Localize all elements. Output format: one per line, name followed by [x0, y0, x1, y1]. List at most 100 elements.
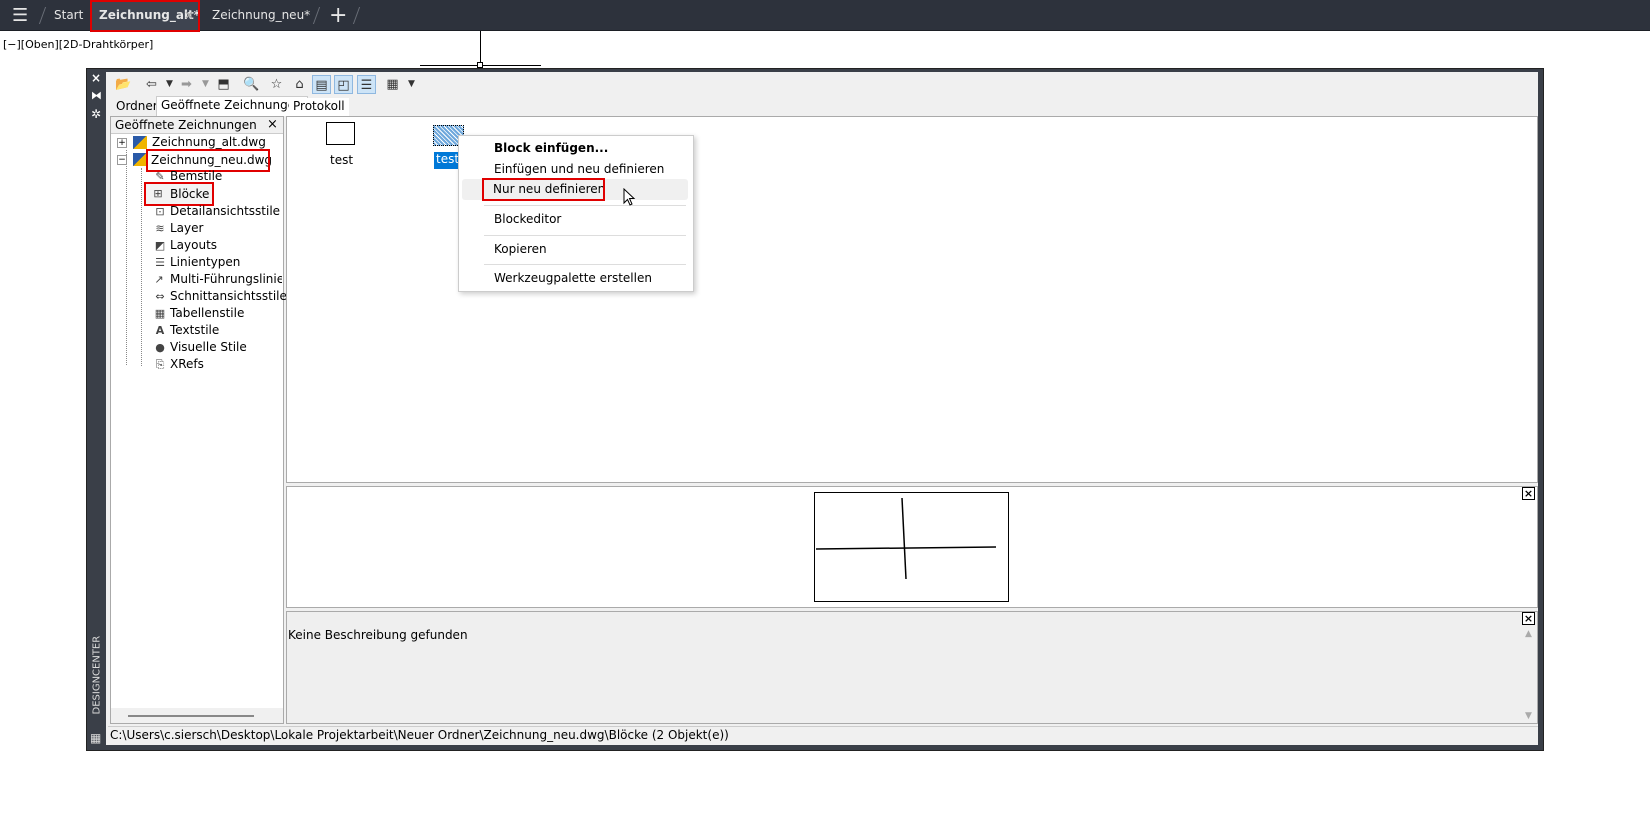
- favorites-icon[interactable]: ☆: [267, 75, 286, 94]
- block-label-test2[interactable]: test2: [434, 152, 459, 169]
- block-icon: ⊞: [153, 187, 163, 200]
- dwg-file-icon: [133, 136, 147, 149]
- menu-separator: [484, 205, 686, 206]
- tablestyle-icon: ▦: [154, 307, 166, 320]
- visualstyle-icon: ●: [155, 341, 165, 354]
- menu-item-kopieren[interactable]: Kopieren: [494, 242, 547, 256]
- close-palette-icon[interactable]: ×: [91, 71, 101, 85]
- up-icon[interactable]: ⬒: [214, 75, 233, 94]
- tab-separator: [38, 7, 47, 24]
- tab-geoeffnete-zeichnungen[interactable]: Geöffnete Zeichnungen: [156, 96, 308, 116]
- close-preview-icon[interactable]: ×: [1522, 487, 1535, 500]
- tab-zeichnung-neu[interactable]: Zeichnung_neu*: [212, 0, 310, 31]
- layout-icon: ◩: [154, 239, 166, 252]
- document-tab-bar: ☰ Start Zeichnung_alt* × Zeichnung_neu* …: [0, 0, 1650, 32]
- tree-header: Geöffnete Zeichnungen ×: [111, 117, 283, 134]
- close-icon[interactable]: ×: [267, 117, 278, 132]
- tree-item-layouts[interactable]: ◩ Layouts: [155, 237, 218, 254]
- tab-start[interactable]: Start: [54, 0, 83, 31]
- description-text: Keine Beschreibung gefunden: [288, 628, 468, 642]
- menu-separator: [484, 264, 686, 265]
- search-icon[interactable]: 🔍: [242, 75, 261, 94]
- scroll-down-icon[interactable]: ▼: [1525, 711, 1532, 721]
- tree-toggle-icon[interactable]: ▤: [312, 75, 331, 94]
- tree-item-multifuehrung[interactable]: Multi-Führungsliniens: [170, 271, 282, 288]
- tree-item-bloecke[interactable]: ⊞ Blöcke: [144, 182, 214, 206]
- description-scrollbar[interactable]: ▲ ▼: [1521, 627, 1537, 723]
- tree-item-schnittansichtsstile[interactable]: ⇔ Schnittansichtsstile: [155, 288, 287, 305]
- xref-icon: ⎘: [155, 358, 165, 371]
- palette-title: DESIGNCENTER: [91, 635, 103, 715]
- label: Linientypen: [170, 255, 241, 269]
- label: Visuelle Stile: [170, 340, 247, 354]
- label: Layouts: [170, 238, 218, 252]
- sectionview-icon: ⇔: [155, 290, 165, 303]
- tab-separator: [352, 7, 361, 24]
- tree-item-textstile[interactable]: A Textstile: [156, 322, 220, 339]
- tree-header-title: Geöffnete Zeichnungen: [115, 118, 257, 132]
- menu-item-nur-neu-definieren[interactable]: Nur neu definieren: [482, 178, 605, 201]
- label: Blöcke: [170, 187, 210, 201]
- label: Detailansichtsstile: [170, 204, 281, 218]
- open-folder-icon[interactable]: 📂: [114, 75, 133, 94]
- description-icon[interactable]: ☰: [357, 75, 376, 94]
- label: XRefs: [170, 357, 204, 371]
- menu-item-einfuegen-neu-definieren[interactable]: Einfügen und neu definieren: [494, 162, 664, 176]
- menu-item-block-einfuegen[interactable]: Block einfügen...: [494, 141, 608, 155]
- tree-line: [126, 150, 127, 365]
- tree-item-bemstile[interactable]: ✎ Bemstile: [155, 168, 223, 185]
- textstyle-icon: A: [155, 324, 165, 337]
- grid-icon: ▦: [90, 731, 102, 745]
- tree-item-zeichnung-alt[interactable]: Zeichnung_alt.dwg: [152, 134, 266, 151]
- back-icon[interactable]: ⇦: [142, 75, 161, 94]
- hamburger-icon[interactable]: ☰: [12, 0, 28, 31]
- description-pane: [286, 611, 1538, 724]
- mouse-cursor-icon: [623, 188, 636, 206]
- properties-icon[interactable]: ✲: [91, 107, 101, 121]
- tree-item-layer[interactable]: ≋ Layer: [155, 220, 204, 237]
- block-preview-image: [814, 492, 1009, 602]
- views-icon[interactable]: ▦: [383, 75, 402, 94]
- tree-item-tabellenstile[interactable]: ▦ Tabellenstile: [155, 305, 245, 322]
- forward-icon[interactable]: ➡: [177, 75, 196, 94]
- tree-horizontal-scrollbar[interactable]: [111, 708, 283, 723]
- tab-ordner[interactable]: Ordner: [112, 98, 162, 116]
- expand-icon[interactable]: +: [117, 138, 127, 148]
- tab-separator: [312, 7, 321, 24]
- mleader-icon: ↗: [154, 273, 164, 286]
- autohide-icon[interactable]: ⧓: [91, 89, 102, 102]
- tree-item-visuelle-stile[interactable]: ● Visuelle Stile: [155, 339, 247, 356]
- forward-dropdown-icon[interactable]: ▼: [196, 75, 215, 94]
- new-tab-button[interactable]: +: [329, 0, 347, 31]
- close-icon[interactable]: ×: [184, 2, 194, 29]
- crosshair-vertical: [480, 31, 481, 65]
- scrollbar-thumb[interactable]: [128, 715, 254, 717]
- tree-line: [141, 168, 142, 366]
- tree-item-linientypen[interactable]: ☰ Linientypen: [155, 254, 241, 271]
- label: Schnittansichtsstile: [170, 289, 287, 303]
- label: Textstile: [170, 323, 220, 337]
- views-dropdown-icon[interactable]: ▼: [402, 75, 421, 94]
- linetype-icon: ☰: [155, 256, 165, 269]
- preview-icon[interactable]: ◰: [334, 75, 353, 94]
- label: Multi-Führungsliniens: [170, 272, 282, 286]
- label: Layer: [170, 221, 204, 235]
- status-bar: C:\Users\c.siersch\Desktop\Lokale Projek…: [108, 726, 1538, 743]
- viewport-label[interactable]: [−][Oben][2D-Drahtkörper]: [3, 38, 153, 51]
- tab-protokoll[interactable]: Protokoll: [289, 98, 349, 116]
- menu-item-blockeditor[interactable]: Blockeditor: [494, 212, 561, 226]
- collapse-icon[interactable]: −: [117, 155, 127, 165]
- block-label-test[interactable]: test: [330, 153, 353, 167]
- tree-item-detailansichtsstile[interactable]: ⊡ Detailansichtsstile: [155, 203, 281, 220]
- tab-zeichnung-alt[interactable]: Zeichnung_alt* ×: [90, 0, 200, 32]
- tree-item-xrefs[interactable]: ⎘ XRefs: [156, 356, 204, 373]
- scroll-up-icon[interactable]: ▲: [1525, 629, 1532, 639]
- dimstyle-icon: ✎: [155, 170, 165, 183]
- dwg-file-icon: [133, 153, 147, 166]
- label: Bemstile: [170, 169, 223, 183]
- home-icon[interactable]: ⌂: [290, 75, 309, 94]
- block-thumbnail-test[interactable]: [326, 122, 355, 145]
- label: Tabellenstile: [170, 306, 245, 320]
- menu-item-werkzeugpalette[interactable]: Werkzeugpalette erstellen: [494, 271, 652, 285]
- close-description-icon[interactable]: ×: [1522, 612, 1535, 625]
